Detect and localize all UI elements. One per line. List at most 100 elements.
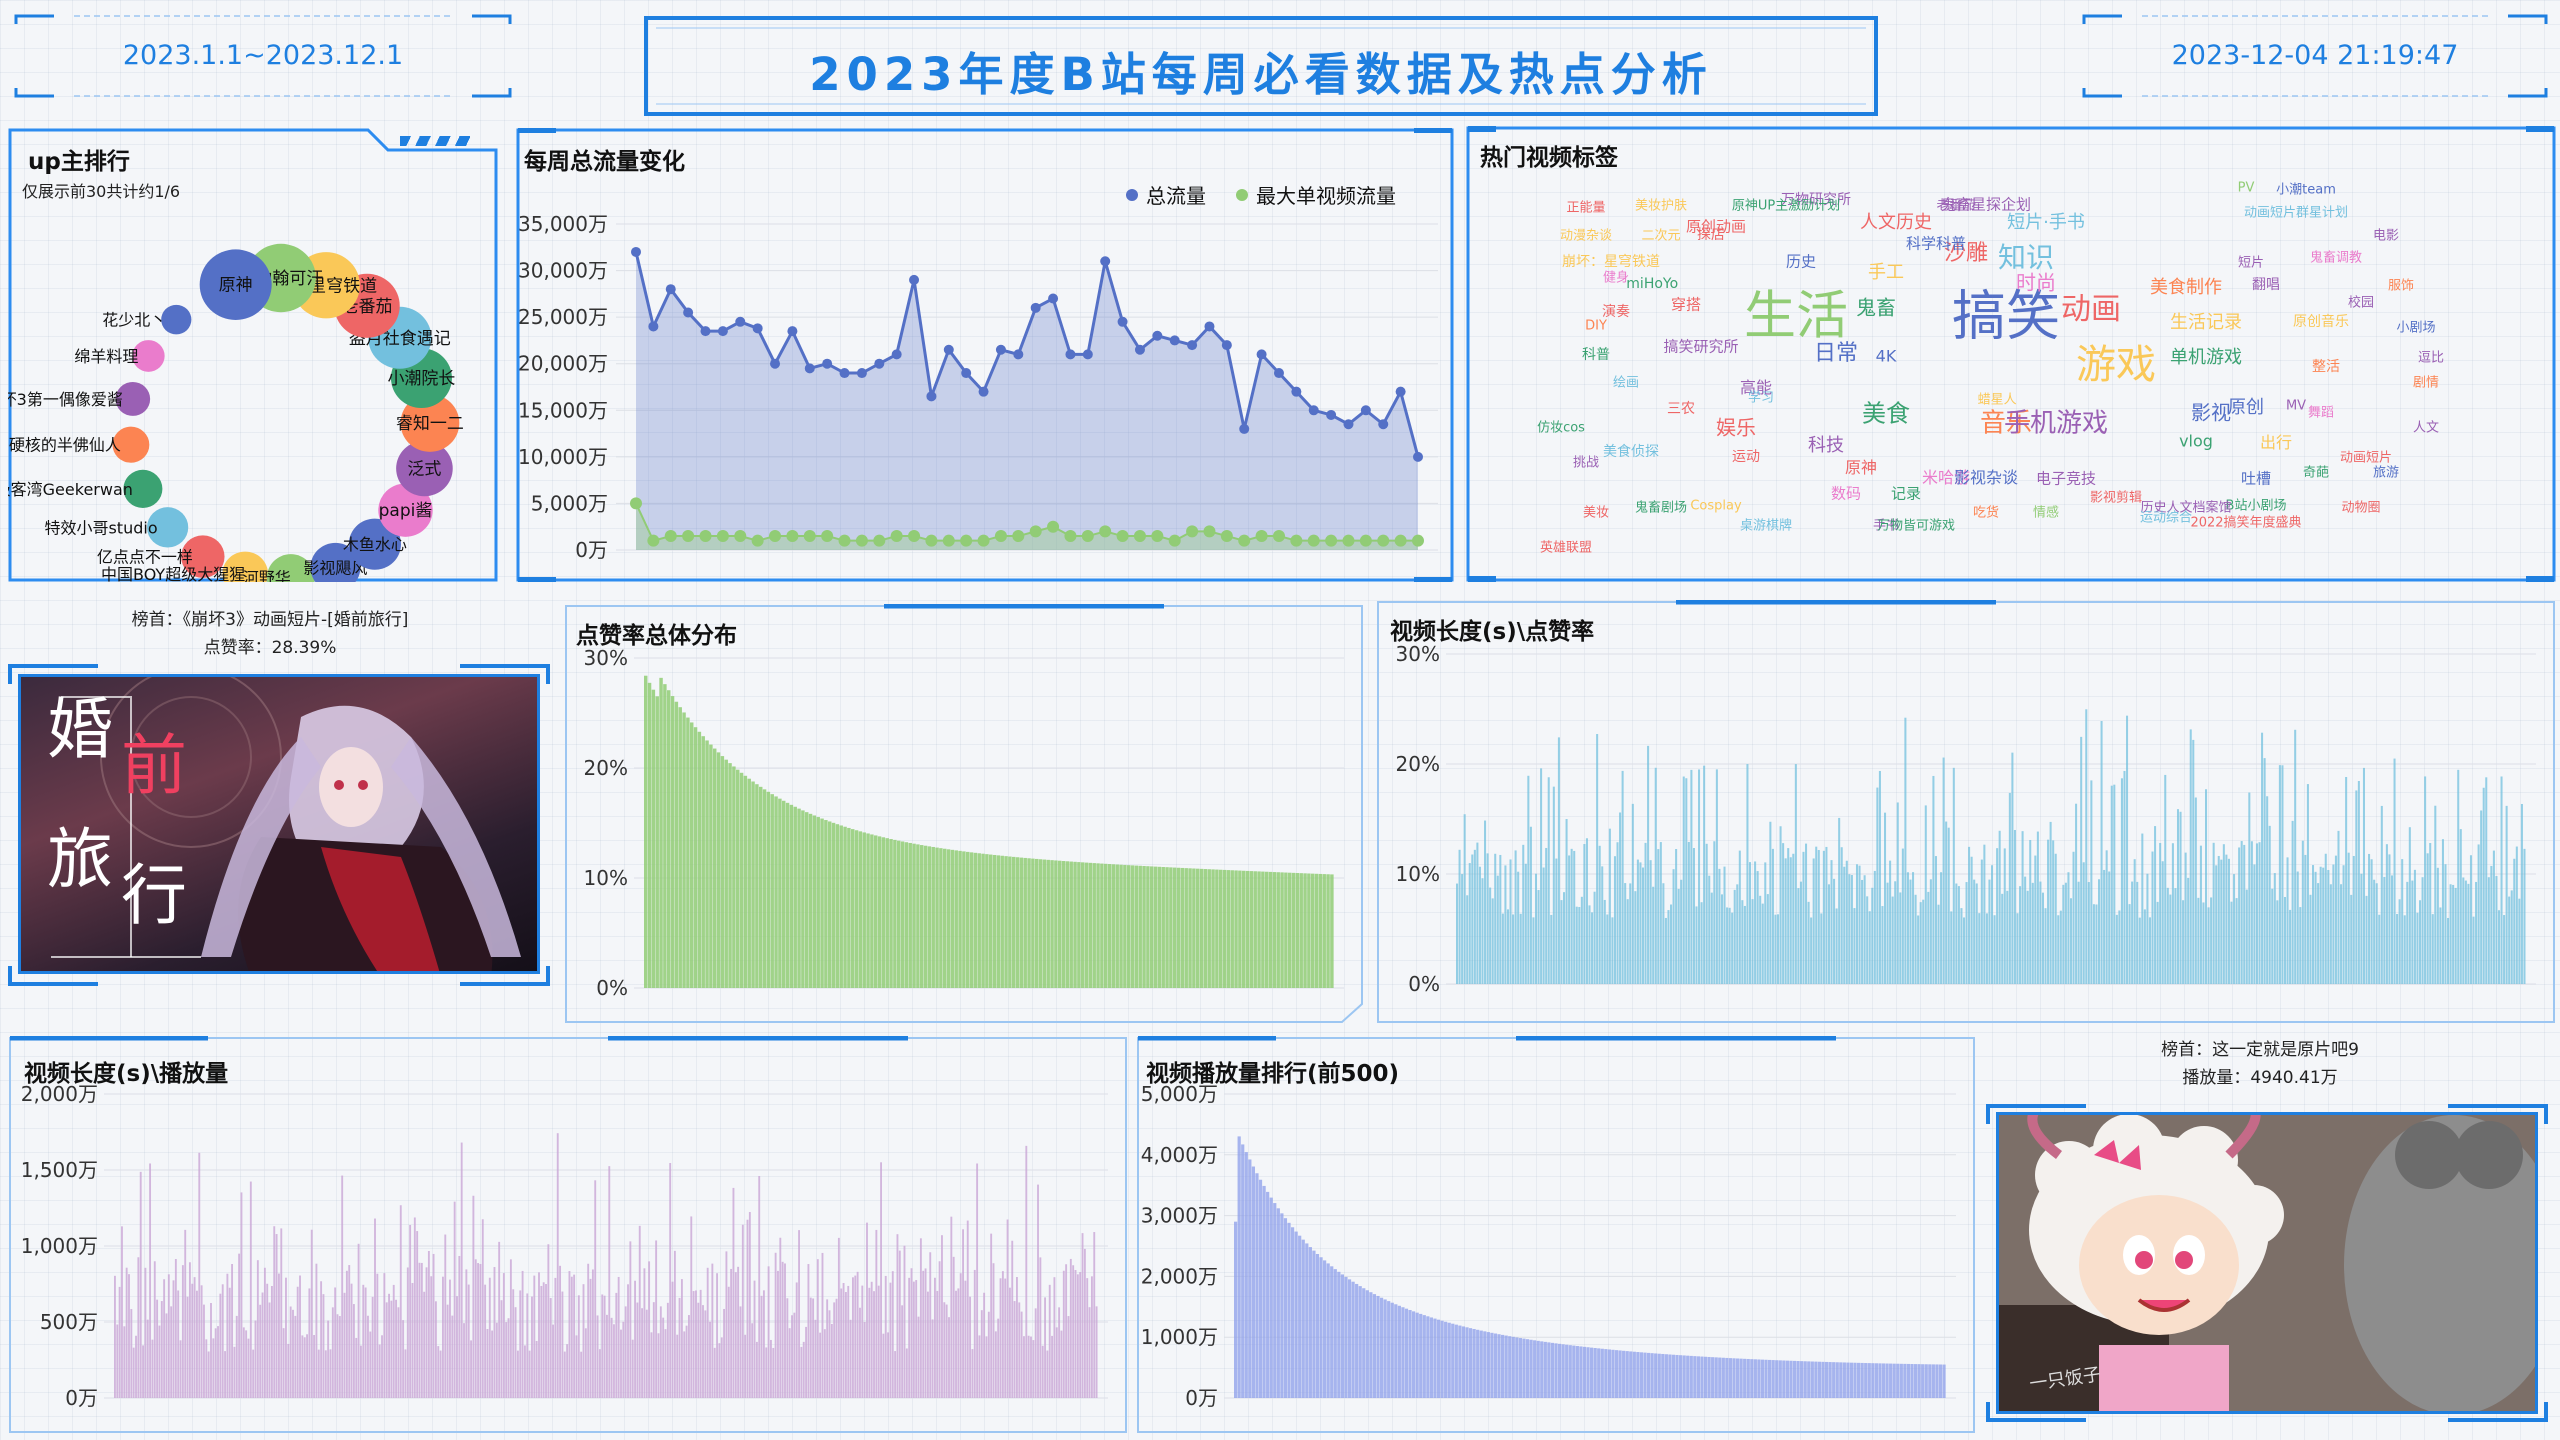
tag-word[interactable]: 情感 [2033, 502, 2059, 521]
tag-word[interactable]: 动画短片群星计划 [2244, 202, 2348, 221]
tag-word[interactable]: 剧情 [2413, 372, 2439, 391]
tag-word[interactable]: 搞笑研究所 [1663, 336, 1738, 357]
up-rank-chart[interactable]: 花少北丶绵羊料理崩坏3第一偶像爱酱硬核的半佛仙人极客湾Geekerwan 特效小哥… [8, 128, 498, 582]
tag-word[interactable]: 服饰 [2388, 275, 2414, 294]
tag-word[interactable]: 穿搭 [1671, 294, 1701, 315]
tag-word[interactable]: 娱乐 [1716, 412, 1756, 441]
length-play-bar [420, 1262, 423, 1398]
tag-word[interactable]: 出行 [2260, 429, 2292, 453]
tag-word[interactable]: 美妆护肤 [1635, 195, 1687, 214]
tag-word[interactable]: 手工 [1868, 258, 1904, 284]
featured-bottom-image[interactable]: 一只饭子 [1996, 1112, 2538, 1414]
length-like-bar [2431, 914, 2434, 984]
tag-word[interactable]: 吐槽 [2241, 468, 2271, 489]
tag-word[interactable]: 美食侦探 [1603, 441, 1659, 461]
tag-word[interactable]: vlog [2179, 432, 2213, 451]
tag-word[interactable]: PV [2238, 181, 2255, 196]
tag-word[interactable]: 小潮team [2276, 179, 2336, 198]
tag-word[interactable]: 挑战 [1573, 452, 1599, 471]
tag-word[interactable]: 美食 [1862, 394, 1910, 429]
tag-word[interactable]: 电子竞技 [2036, 468, 2096, 489]
tag-word[interactable]: 2022搞笑年度盛典 [2190, 512, 2301, 531]
length-play-bar [950, 1216, 953, 1398]
tag-word[interactable]: 数码 [1831, 483, 1861, 504]
tag-word[interactable]: 记录 [1891, 483, 1921, 504]
tag-word[interactable]: 探店 [1697, 224, 1725, 244]
tag-word[interactable]: 鬼畜 [1856, 292, 1896, 321]
length-like-bar [2123, 770, 2126, 984]
tag-word[interactable]: 影视剪辑 [2090, 487, 2142, 506]
tag-word[interactable]: 美食制作 [2150, 273, 2222, 299]
tag-word[interactable]: 鬼畜调教 [2310, 247, 2362, 266]
tag-word[interactable]: 影视 [2191, 397, 2231, 426]
tag-word[interactable]: 短片 [2238, 252, 2264, 271]
tag-word[interactable]: 科普 [1582, 344, 1610, 364]
tag-word[interactable]: 科学科普 [1906, 233, 1966, 254]
tag-word[interactable]: MV [2286, 399, 2306, 414]
tag-word[interactable]: 小剧场 [2396, 317, 2435, 336]
tag-word[interactable]: 运动 [1732, 446, 1760, 466]
tag-word[interactable]: 人文 [2413, 417, 2439, 436]
length-play-bar [158, 1325, 161, 1398]
tag-word[interactable]: 手机游戏 [2004, 403, 2108, 440]
tag-word[interactable]: 人文历史 [1860, 208, 1932, 234]
tag-word[interactable]: 旅游 [2373, 462, 2399, 481]
tag-word[interactable]: 科技 [1808, 431, 1844, 457]
tag-word[interactable]: 整活 [2312, 356, 2340, 376]
tag-word[interactable]: 动画 [2061, 284, 2121, 328]
length-play-chart[interactable]: 0万 500万 1,000万 1,500万 2,000万 [8, 1036, 1128, 1436]
tag-word[interactable]: 校园 [2348, 292, 2374, 311]
tag-word[interactable]: DIY [1585, 319, 1607, 334]
tag-word[interactable]: 仿妆cos [1537, 417, 1585, 436]
featured-top-image[interactable]: 婚 前 旅 行 [18, 674, 540, 974]
tag-word[interactable]: 时尚 [2016, 267, 2056, 296]
tag-word[interactable]: 正能量 [1566, 197, 1605, 216]
tag-word[interactable]: 逗比 [2418, 347, 2444, 366]
tag-word[interactable]: 绘画 [1613, 372, 1639, 391]
tag-word[interactable]: 蜡星人 [1978, 388, 2017, 407]
tag-word[interactable]: 吃货 [1973, 502, 1999, 521]
weekly-traffic-chart[interactable]: 0万 5,000万 10,000万 15,000万 20,000万 25,000万 30,0… [516, 128, 1454, 582]
tag-word[interactable]: 三农 [1667, 398, 1695, 418]
tag-word[interactable]: 原神UP主激励计划 [1732, 195, 1840, 214]
tag-word[interactable]: 生活记录 [2170, 308, 2242, 334]
length-like-bar [2472, 916, 2475, 984]
tag-word[interactable]: 影视杂谈 [1954, 464, 2018, 488]
tag-word[interactable]: 原创音乐 [2293, 311, 2349, 331]
tag-word[interactable]: 英雄联盟 [1540, 537, 1592, 556]
tag-word[interactable]: 单机游戏 [2170, 343, 2242, 369]
tag-word[interactable]: 奇葩 [2303, 462, 2329, 481]
tag-word[interactable]: 二次元 [1641, 225, 1680, 244]
play-rank-chart[interactable]: 0万 1,000万 2,000万 3,000万 4,000万 5,000万 [1136, 1036, 1976, 1436]
tag-word[interactable]: miHoYo [1626, 276, 1678, 292]
tag-word[interactable]: Cosplay [1690, 499, 1741, 514]
length-play-bar [596, 1315, 599, 1398]
length-like-bar [2268, 825, 2271, 984]
length-like-chart[interactable]: 0% 10% 20% 30% [1376, 600, 2556, 1024]
tag-word[interactable]: 游戏 [2076, 332, 2156, 390]
like-dist-chart[interactable]: 0% 10% 20% 30% [564, 604, 1364, 1024]
tag-word[interactable]: 运动综合 [2140, 507, 2192, 526]
tag-word[interactable]: 老番茄 [1936, 195, 1975, 214]
length-play-bar [645, 1309, 648, 1398]
tag-word[interactable]: 4K [1876, 347, 1897, 366]
tag-word[interactable]: 动物圈 [2341, 497, 2380, 516]
tag-word[interactable]: 万物皆可游戏 [1877, 515, 1955, 534]
total-point [1343, 419, 1354, 430]
length-play-bar [392, 1284, 395, 1398]
tag-word[interactable]: 日常 [1814, 335, 1858, 367]
tag-word[interactable]: 翻唱 [2252, 274, 2280, 294]
tag-word[interactable]: 鬼畜剧场 [1635, 497, 1687, 516]
tag-word[interactable]: 电影 [2373, 225, 2399, 244]
tag-word[interactable]: 学习 [1748, 387, 1774, 406]
max-point [734, 530, 747, 543]
tag-word[interactable]: 舞蹈 [2308, 402, 2334, 421]
tag-word[interactable]: 桌游棋牌 [1740, 515, 1792, 534]
tag-word[interactable]: 历史 [1786, 251, 1816, 272]
tag-word[interactable]: 崩坏：星穹铁道 [1562, 251, 1660, 271]
tag-word[interactable]: 美妆 [1583, 502, 1609, 521]
like-dist-bar [1238, 870, 1242, 988]
tag-word[interactable]: 原创 [2228, 393, 2264, 419]
tag-word[interactable]: 动漫杂谈 [1560, 225, 1612, 244]
tag-word[interactable]: 原神 [1845, 454, 1877, 478]
